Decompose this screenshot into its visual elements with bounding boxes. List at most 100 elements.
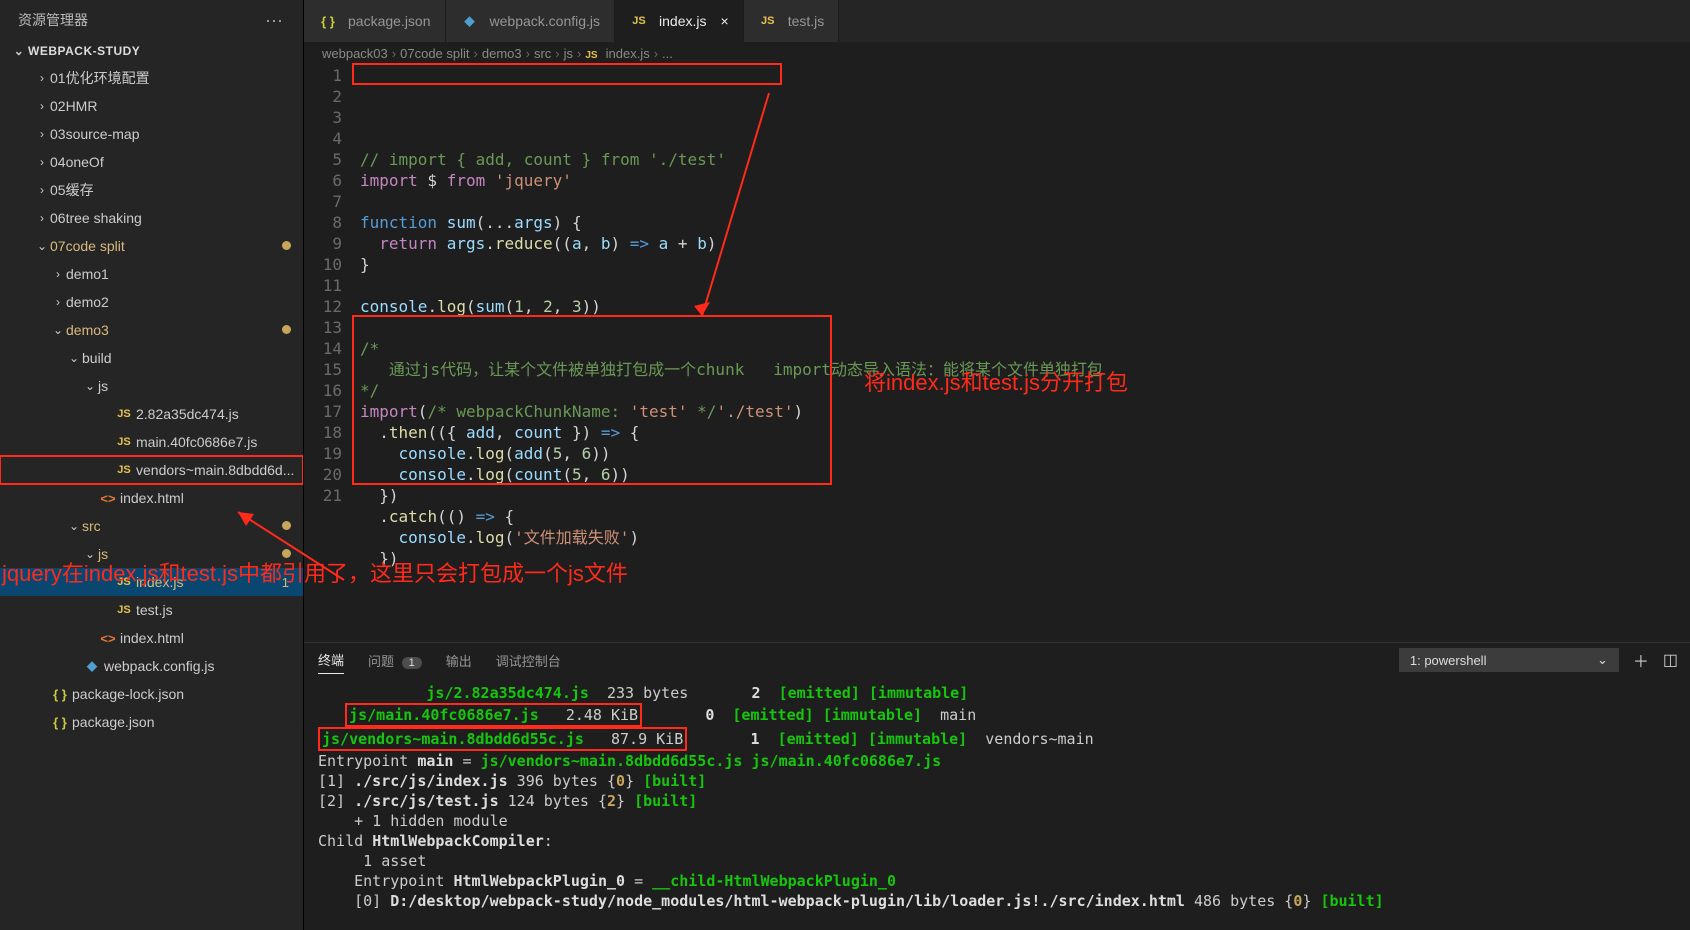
tree-folder[interactable]: ›demo1 bbox=[0, 260, 303, 288]
tree-folder[interactable]: ›06tree shaking bbox=[0, 204, 303, 232]
tree-file[interactable]: JSmain.40fc0686e7.js bbox=[0, 428, 303, 456]
tree-folder[interactable]: ›01优化环境配置 bbox=[0, 64, 303, 92]
tree-item-label: js bbox=[98, 378, 108, 394]
tree-file[interactable]: JStest.js bbox=[0, 596, 303, 624]
breadcrumb[interactable]: webpack03›07code split›demo3›src›js›JSin… bbox=[304, 42, 1690, 65]
chevron-right-icon: › bbox=[474, 46, 478, 61]
tree-file[interactable]: <>index.html bbox=[0, 484, 303, 512]
split-terminal-icon[interactable]: ◫ bbox=[1663, 650, 1678, 670]
editor-tab[interactable]: JSindex.js× bbox=[615, 0, 744, 42]
project-name: WEBPACK-STUDY bbox=[28, 44, 140, 58]
tree-folder[interactable]: ⌄src bbox=[0, 512, 303, 540]
terminal-shell-select[interactable]: 1: powershell ⌄ bbox=[1399, 648, 1619, 672]
tree-item-label: demo2 bbox=[66, 294, 109, 310]
chevron-down-icon: ⌄ bbox=[66, 351, 82, 365]
tree-file[interactable]: JS2.82a35dc474.js bbox=[0, 400, 303, 428]
tree-item-label: 03source-map bbox=[50, 126, 140, 142]
chevron-right-icon: › bbox=[34, 127, 50, 141]
bottom-panel: 终端 问题 1 输出 调试控制台 1: powershell ⌄ ＋ ◫ bbox=[304, 642, 1690, 930]
project-header[interactable]: ⌄ WEBPACK-STUDY bbox=[0, 38, 303, 64]
breadcrumb-item[interactable]: src bbox=[534, 46, 551, 61]
tree-item-label: main.40fc0686e7.js bbox=[136, 434, 257, 450]
tree-item-label: webpack.config.js bbox=[104, 658, 215, 674]
new-terminal-icon[interactable]: ＋ bbox=[1633, 648, 1649, 672]
editor-tab[interactable]: JStest.js bbox=[744, 0, 840, 42]
editor-tab[interactable]: ◆webpack.config.js bbox=[446, 0, 616, 42]
chevron-right-icon: › bbox=[577, 46, 581, 61]
more-actions-icon[interactable]: ··· bbox=[259, 8, 289, 33]
tab-label: test.js bbox=[788, 13, 825, 29]
tree-file[interactable]: { }package.json bbox=[0, 708, 303, 736]
chevron-right-icon: › bbox=[34, 211, 50, 225]
tree-file[interactable]: JSindex.js1 bbox=[0, 568, 303, 596]
chevron-right-icon: › bbox=[50, 267, 66, 281]
chevron-right-icon: › bbox=[34, 155, 50, 169]
terminal-line: Entrypoint main = js/vendors~main.8dbdd6… bbox=[318, 751, 1676, 771]
tab-terminal[interactable]: 终端 bbox=[318, 646, 344, 674]
code-content[interactable]: // import { add, count } from './test'im… bbox=[356, 65, 1690, 642]
modified-badge: 1 bbox=[282, 575, 289, 590]
tree-item-label: index.html bbox=[120, 630, 184, 646]
tree-folder[interactable]: ⌄07code split bbox=[0, 232, 303, 260]
chevron-down-icon: ⌄ bbox=[1597, 652, 1608, 668]
tab-label: index.js bbox=[659, 13, 706, 29]
tree-file[interactable]: { }package-lock.json bbox=[0, 680, 303, 708]
terminal-output[interactable]: js/2.82a35dc474.js 233 bytes 2 [emitted]… bbox=[304, 677, 1690, 930]
tree-folder[interactable]: ⌄js bbox=[0, 540, 303, 568]
tree-folder[interactable]: ›demo2 bbox=[0, 288, 303, 316]
tree-item-label: vendors~main.8dbdd6d... bbox=[136, 462, 294, 478]
terminal-line: js/main.40fc0686e7.js 2.48 KiB 0 [emitte… bbox=[318, 703, 1676, 727]
terminal-line: js/2.82a35dc474.js 233 bytes 2 [emitted]… bbox=[318, 683, 1676, 703]
chevron-right-icon: › bbox=[392, 46, 396, 61]
line-gutter: 123456789101112131415161718192021 bbox=[304, 65, 356, 642]
tree-folder[interactable]: ›04oneOf bbox=[0, 148, 303, 176]
tree-item-label: index.html bbox=[120, 490, 184, 506]
breadcrumb-item[interactable]: 07code split bbox=[400, 46, 469, 61]
tree-item-label: demo3 bbox=[66, 322, 109, 338]
tree-folder[interactable]: ›05缓存 bbox=[0, 176, 303, 204]
tree-item-label: test.js bbox=[136, 602, 173, 618]
terminal-line: [0] D:/desktop/webpack-study/node_module… bbox=[318, 891, 1676, 911]
tree-file[interactable]: ◆webpack.config.js bbox=[0, 652, 303, 680]
tab-output[interactable]: 输出 bbox=[446, 647, 472, 674]
terminal-line: [1] ./src/js/index.js 396 bytes {0} [bui… bbox=[318, 771, 1676, 791]
chevron-down-icon: ⌄ bbox=[10, 44, 28, 58]
tree-item-label: js bbox=[98, 546, 108, 562]
tree-item-label: index.js bbox=[136, 574, 183, 590]
chevron-down-icon: ⌄ bbox=[82, 379, 98, 393]
tab-debug-console[interactable]: 调试控制台 bbox=[496, 647, 561, 674]
tree-folder[interactable]: ›03source-map bbox=[0, 120, 303, 148]
breadcrumb-item[interactable]: ... bbox=[662, 46, 673, 61]
tree-folder[interactable]: ⌄build bbox=[0, 344, 303, 372]
explorer-sidebar: 资源管理器 ··· ⌄ WEBPACK-STUDY ›01优化环境配置›02HM… bbox=[0, 0, 304, 930]
breadcrumb-item[interactable]: demo3 bbox=[482, 46, 522, 61]
breadcrumb-item[interactable]: index.js bbox=[606, 46, 650, 61]
close-icon[interactable]: × bbox=[721, 13, 729, 29]
tree-item-label: package.json bbox=[72, 714, 155, 730]
tree-file[interactable]: JSvendors~main.8dbdd6d... bbox=[0, 456, 303, 484]
tab-label: webpack.config.js bbox=[490, 13, 601, 29]
tree-folder[interactable]: ›02HMR bbox=[0, 92, 303, 120]
tree-folder[interactable]: ⌄js bbox=[0, 372, 303, 400]
tree-item-label: 04oneOf bbox=[50, 154, 104, 170]
tree-item-label: package-lock.json bbox=[72, 686, 184, 702]
tree-item-label: 2.82a35dc474.js bbox=[136, 406, 239, 422]
tree-folder[interactable]: ⌄demo3 bbox=[0, 316, 303, 344]
breadcrumb-item[interactable]: js bbox=[564, 46, 573, 61]
chevron-down-icon: ⌄ bbox=[34, 239, 50, 253]
editor-region: { }package.json◆webpack.config.jsJSindex… bbox=[304, 0, 1690, 930]
problems-count-badge: 1 bbox=[402, 657, 422, 669]
editor-tab[interactable]: { }package.json bbox=[304, 0, 446, 42]
terminal-line: js/vendors~main.8dbdd6d55c.js 87.9 KiB 1… bbox=[318, 727, 1676, 751]
tree-item-label: 02HMR bbox=[50, 98, 97, 114]
tab-label: package.json bbox=[348, 13, 431, 29]
breadcrumb-item[interactable]: webpack03 bbox=[322, 46, 388, 61]
chevron-right-icon: › bbox=[555, 46, 559, 61]
terminal-line: [2] ./src/js/test.js 124 bytes {2} [buil… bbox=[318, 791, 1676, 811]
code-editor[interactable]: 123456789101112131415161718192021 // imp… bbox=[304, 65, 1690, 642]
tree-file[interactable]: <>index.html bbox=[0, 624, 303, 652]
terminal-line: Entrypoint HtmlWebpackPlugin_0 = __child… bbox=[318, 871, 1676, 891]
editor-tabs: { }package.json◆webpack.config.jsJSindex… bbox=[304, 0, 1690, 42]
tree-item-label: demo1 bbox=[66, 266, 109, 282]
tab-problems[interactable]: 问题 1 bbox=[368, 647, 422, 674]
